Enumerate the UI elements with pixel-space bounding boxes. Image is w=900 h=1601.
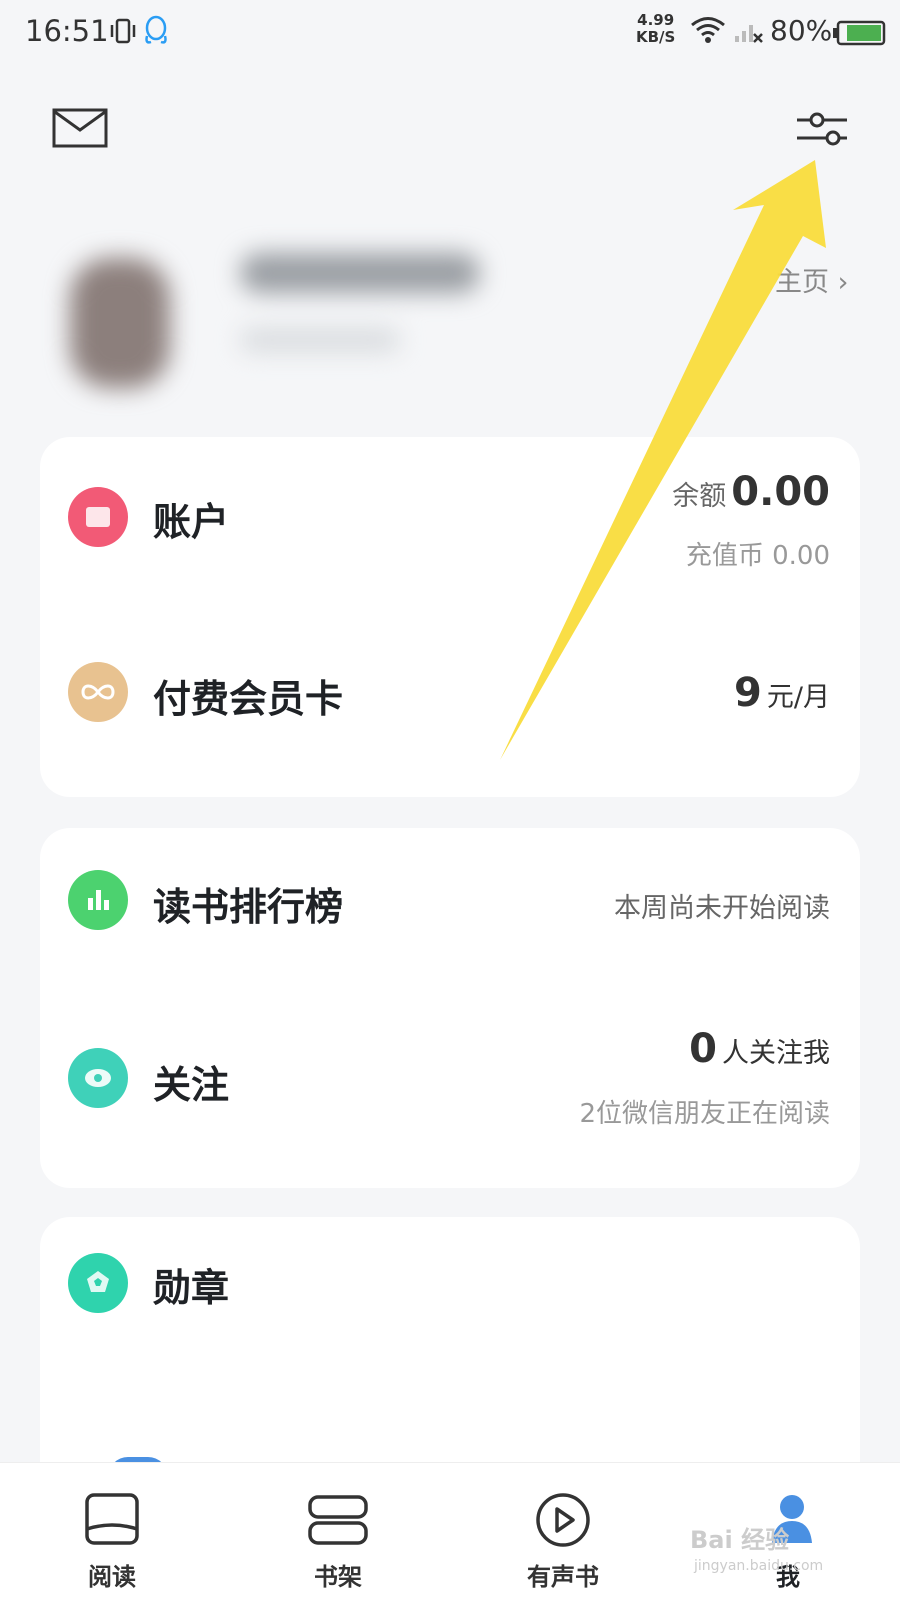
speed-value: 4.99 xyxy=(637,11,675,29)
coins-text: 充值币 0.00 xyxy=(685,541,830,571)
tab-read-label: 阅读 xyxy=(88,1563,136,1591)
balance-value: 0.00 xyxy=(731,469,830,515)
badge-row[interactable]: 勋章 xyxy=(40,1217,860,1377)
wifi-icon xyxy=(690,16,726,48)
tab-audiobook-label: 有声书 xyxy=(527,1563,599,1591)
baidu-watermark-url: jingyan.baidu.com xyxy=(694,1558,824,1574)
balance-info: 余额 0.00 xyxy=(672,469,830,515)
status-time: 16:51 xyxy=(25,14,109,48)
tab-audiobook[interactable]: 有声书 xyxy=(493,1463,633,1592)
tab-read[interactable]: 阅读 xyxy=(42,1463,182,1592)
bar-chart-icon xyxy=(68,870,128,930)
avatar[interactable] xyxy=(70,258,170,388)
bookshelf-icon xyxy=(268,1491,408,1553)
qq-icon xyxy=(142,14,170,50)
status-bar: 16:51 4.99 KB/S 80% xyxy=(0,0,900,64)
follower-count: 0 xyxy=(689,1026,717,1072)
badge-label: 勋章 xyxy=(153,1266,230,1310)
account-label: 账户 xyxy=(153,500,230,544)
play-circle-icon xyxy=(493,1491,633,1553)
battery-icon xyxy=(832,20,886,50)
account-icon xyxy=(68,487,128,547)
tab-bookshelf[interactable]: 书架 xyxy=(268,1463,408,1592)
account-row[interactable]: 账户 余额 0.00 充值币 0.00 xyxy=(40,437,860,612)
badge-card: 勋章 xyxy=(40,1217,860,1477)
member-price-info: 9 元/月 xyxy=(734,670,830,716)
rank-status: 本周尚未开始阅读 xyxy=(614,893,830,924)
profile-blurred[interactable] xyxy=(60,228,540,408)
badge-icon xyxy=(68,1253,128,1313)
rank-label: 读书排行榜 xyxy=(153,885,344,929)
tab-bookshelf-label: 书架 xyxy=(314,1563,362,1591)
eye-icon xyxy=(68,1048,128,1108)
reading-rank-row[interactable]: 读书排行榜 本周尚未开始阅读 xyxy=(40,828,860,988)
vibrate-icon xyxy=(108,16,138,50)
baidu-watermark: Bai 经验 xyxy=(690,1526,790,1554)
mail-icon[interactable] xyxy=(52,108,108,152)
follow-row[interactable]: 关注 0 人关注我 2位微信朋友正在阅读 xyxy=(40,1008,860,1183)
profile-subtext-placeholder xyxy=(240,328,400,352)
homepage-link[interactable]: 主页 › xyxy=(775,260,848,299)
settings-sliders-icon[interactable] xyxy=(795,108,849,156)
balance-label: 余额 xyxy=(672,481,727,512)
follower-info: 0 人关注我 xyxy=(689,1026,830,1072)
member-unit: 元/月 xyxy=(766,682,830,713)
member-card-row[interactable]: 付费会员卡 9 元/月 xyxy=(40,632,860,792)
friends-reading: 2位微信朋友正在阅读 xyxy=(579,1099,830,1129)
member-label: 付费会员卡 xyxy=(153,677,344,721)
infinity-icon xyxy=(68,662,128,722)
member-price: 9 xyxy=(733,670,762,716)
signal-icon xyxy=(733,18,763,48)
follower-text: 人关注我 xyxy=(722,1038,830,1069)
account-card: 账户 余额 0.00 充值币 0.00 付费会员卡 9 元/月 xyxy=(40,437,860,797)
follow-label: 关注 xyxy=(153,1063,230,1107)
battery-percent: 80% xyxy=(770,14,833,47)
username-placeholder xyxy=(240,253,480,293)
social-card: 读书排行榜 本周尚未开始阅读 关注 0 人关注我 2位微信朋友正在阅读 xyxy=(40,828,860,1188)
network-speed: 4.99 KB/S xyxy=(636,12,675,46)
speed-unit: KB/S xyxy=(636,28,676,46)
book-open-icon xyxy=(42,1491,182,1553)
